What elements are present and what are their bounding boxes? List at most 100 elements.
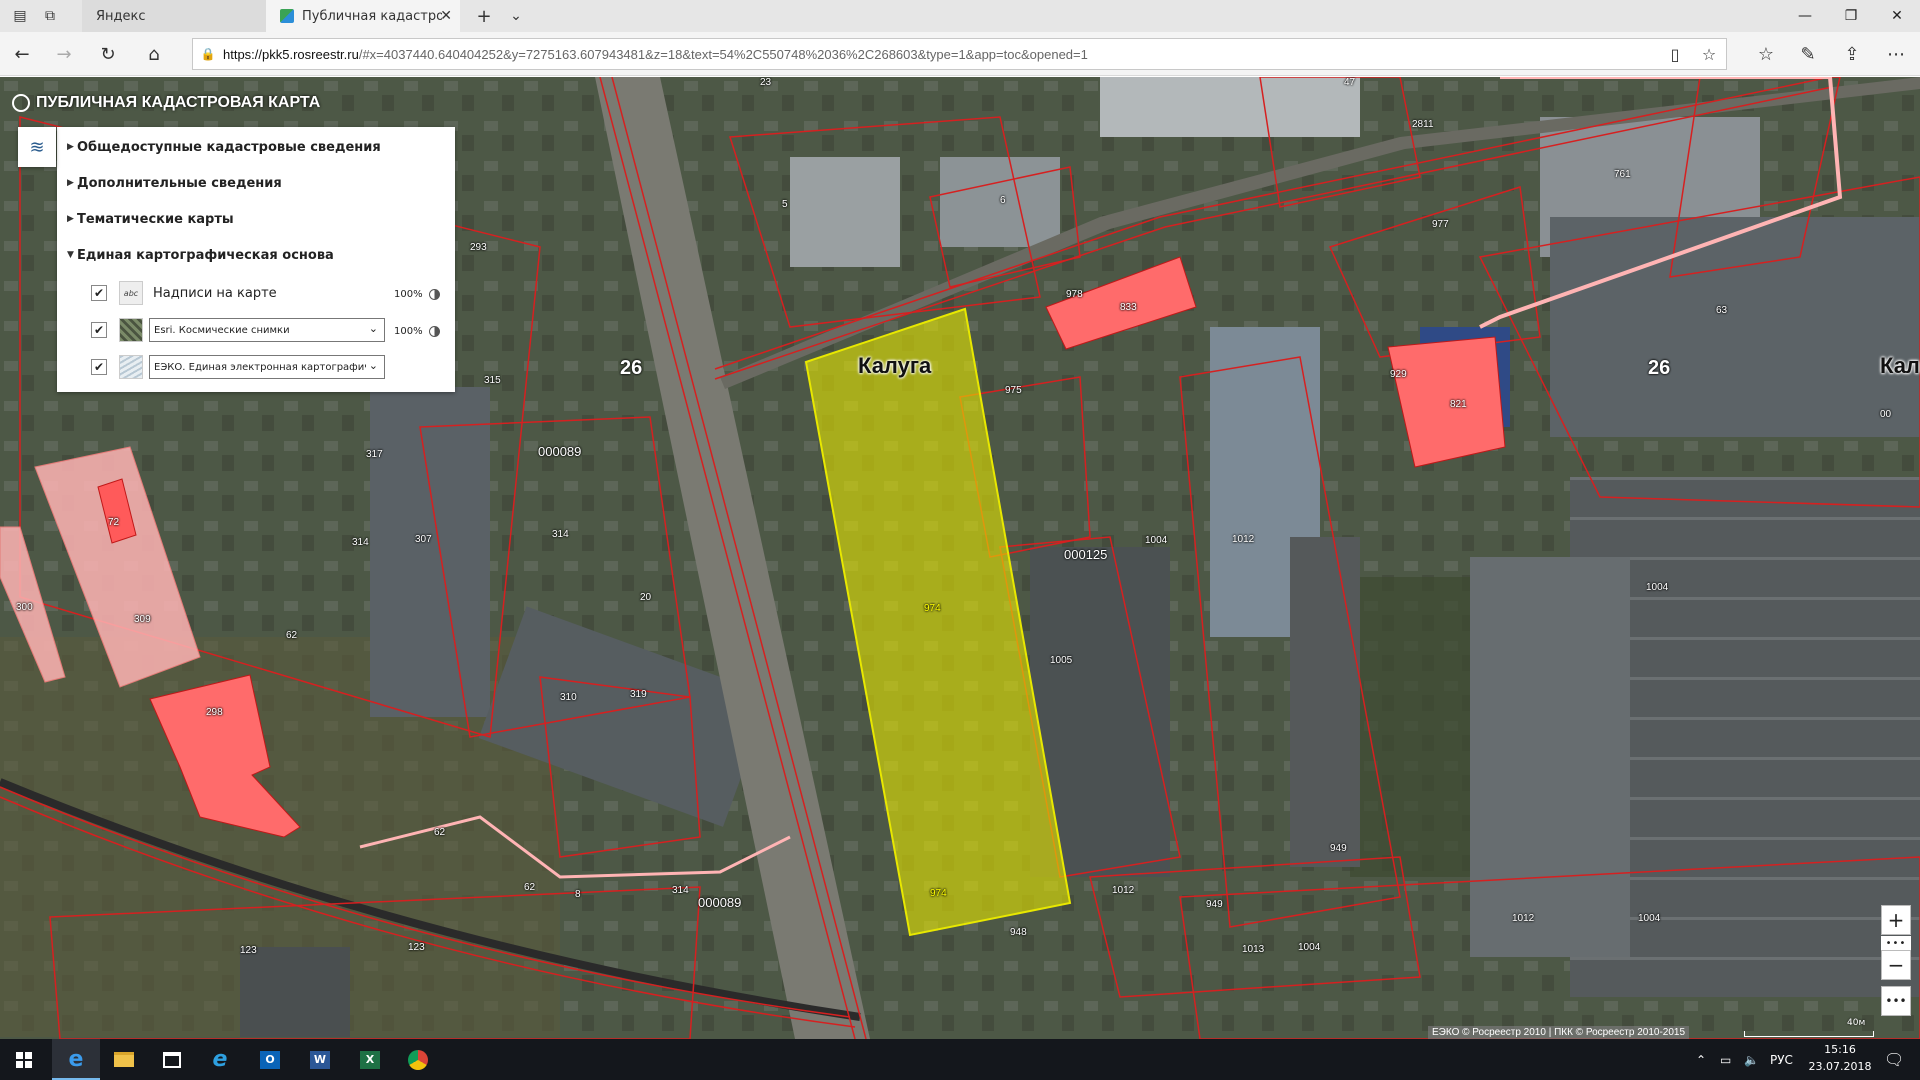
map-canvas[interactable]: Калуга Кал 26 26 000089 000125 000089 23… [0,77,1920,1039]
close-window-icon[interactable]: ✕ [1874,0,1920,32]
parcel-label: 977 [1432,219,1449,230]
parcel-label: 309 [134,614,151,625]
close-tab-icon[interactable]: ✕ [440,8,452,24]
caret-down-icon: ▼ [67,250,74,260]
zoom-out-button[interactable]: − [1881,950,1911,980]
basemap-thumbnail-icon [119,355,143,379]
browser-nav-bar: ← → ↻ ⌂ 🔒 https://pkk5.rosreestr.ru/#x=4… [0,32,1920,76]
windows-taskbar: e e O W X ⌃ ▭ 🔈 РУС 15:16 23.07.2018 🗨 [0,1039,1920,1080]
share-icon[interactable]: ⇪ [1836,38,1868,70]
parcel-label: 72 [108,517,120,528]
layer-checkbox[interactable]: ✔ [91,285,107,301]
new-tab-plus-icon[interactable]: + [468,0,500,32]
web-note-pen-icon[interactable]: ✎ [1792,38,1824,70]
parcel-label: 317 [366,449,383,460]
parcel-label: 300 [16,602,33,613]
parcel-label: 1012 [1232,534,1255,545]
section-label: Тематические карты [77,211,234,227]
input-language[interactable]: РУС [1770,1039,1793,1080]
parcel-label: 23 [760,77,772,88]
parcel-label: 293 [470,242,487,253]
word-icon[interactable]: W [296,1039,344,1080]
section-additional[interactable]: ▶ Дополнительные сведения [67,173,282,193]
reading-view-icon[interactable]: ▯ [1658,45,1692,64]
parcel-label: 761 [1614,169,1631,180]
layers-toggle-button[interactable]: ≋ [18,127,56,167]
map-scale-bar [1744,1031,1874,1037]
parcel-label: 47 [1344,77,1356,88]
home-icon[interactable]: ⌂ [138,38,170,70]
layer-checkbox[interactable]: ✔ [91,359,107,375]
more-tools-button[interactable]: ••• [1881,986,1911,1016]
url-host: https://pkk5.rosreestr.ru [223,46,359,62]
browser-tab-bar: ▤ ⧉ Яндекс Публичная кадастрова ✕ + ⌄ — … [0,0,1920,32]
parcel-label: 949 [1206,899,1223,910]
internet-explorer-icon[interactable]: e [196,1039,244,1080]
system-clock[interactable]: 15:16 23.07.2018 [1800,1041,1880,1075]
parcel-label: 1005 [1050,655,1073,666]
chrome-icon[interactable] [394,1039,442,1080]
windows-start-icon[interactable] [0,1039,48,1080]
tab-cadastral-map[interactable]: Публичная кадастрова ✕ [266,0,460,32]
tray-chevron-icon[interactable]: ⌃ [1696,1039,1706,1080]
section-thematic-maps[interactable]: ▶ Тематические карты [67,209,234,229]
opacity-toggle-icon[interactable] [429,326,440,337]
refresh-icon[interactable]: ↻ [92,38,124,70]
more-menu-icon[interactable]: ⋯ [1880,38,1912,70]
opacity-toggle-icon[interactable] [429,289,440,300]
favorites-hub-icon[interactable]: ☆ [1750,38,1782,70]
labels-thumbnail-icon: abc [119,281,143,305]
parcel-label: 298 [206,707,223,718]
building [1290,537,1360,867]
forward-arrow-icon[interactable]: → [48,38,80,70]
layers-stack-icon: ≋ [29,136,45,158]
section-base-map[interactable]: ▼ Единая картографическая основа [67,245,334,265]
restore-icon[interactable]: ❐ [1828,0,1874,32]
parcel-label: 1004 [1638,913,1661,924]
parcel-label: 62 [524,882,536,893]
back-arrow-icon[interactable]: ← [6,38,38,70]
network-icon[interactable]: ▭ [1720,1039,1731,1080]
parcel-label: 821 [1450,399,1467,410]
parcel-label: 978 [1066,289,1083,300]
app-title[interactable]: ПУБЛИЧНАЯ КАДАСТРОВАЯ КАРТА [12,91,320,115]
chevron-down-icon: ⌄ [368,322,378,335]
outlook-icon[interactable]: O [246,1039,294,1080]
quarter-number: 000089 [698,895,742,910]
address-bar[interactable]: 🔒 https://pkk5.rosreestr.ru/#x=4037440.6… [192,38,1727,70]
section-label: Общедоступные кадастровые сведения [77,139,381,155]
layer-checkbox[interactable]: ✔ [91,322,107,338]
parcel-label: 123 [240,945,257,956]
file-explorer-icon[interactable] [100,1039,148,1080]
layers-panel: ≋ ▶ Общедоступные кадастровые сведения ▶… [18,127,455,392]
action-center-icon[interactable]: 🗨 [1884,1039,1904,1080]
set-aside-tabs-icon[interactable]: ⧉ [34,0,66,32]
caret-right-icon: ▶ [67,178,74,188]
favorite-star-icon[interactable]: ☆ [1692,45,1726,64]
lock-icon: 🔒 [200,47,216,61]
tab-title: Яндекс [96,8,146,24]
tab-yandex[interactable]: Яндекс [82,0,266,32]
store-icon[interactable] [148,1039,196,1080]
url-path: /#x=4037440.640404252&y=7275163.60794348… [358,46,1088,62]
excel-icon[interactable]: X [346,1039,394,1080]
minimize-icon[interactable]: — [1782,0,1828,32]
parcel-label: 1004 [1145,535,1168,546]
parcel-label: 62 [286,630,298,641]
parcel-label: 1004 [1646,582,1669,593]
section-label: Единая картографическая основа [77,247,334,263]
rosreestr-logo-icon [12,94,30,112]
tab-manager-icon[interactable]: ▤ [4,0,36,32]
select-value: Esri. Космические снимки [154,324,290,336]
satellite-thumbnail-icon [119,318,143,342]
zoom-in-button[interactable]: + [1881,905,1911,935]
tab-preview-chevron-icon[interactable]: ⌄ [500,0,532,32]
parcel-label: 319 [630,689,647,700]
volume-muted-icon[interactable]: 🔈 [1744,1039,1759,1080]
parcel-label: 314 [672,885,689,896]
basemap-source-select[interactable]: ЕЭКО. Единая электронная картографиче ⌄ [149,355,385,379]
section-public-cadastral[interactable]: ▶ Общедоступные кадастровые сведения [67,137,381,157]
edge-browser-icon[interactable]: e [52,1039,100,1080]
url-text[interactable]: https://pkk5.rosreestr.ru/#x=4037440.640… [223,47,1658,62]
satellite-source-select[interactable]: Esri. Космические снимки ⌄ [149,318,385,342]
